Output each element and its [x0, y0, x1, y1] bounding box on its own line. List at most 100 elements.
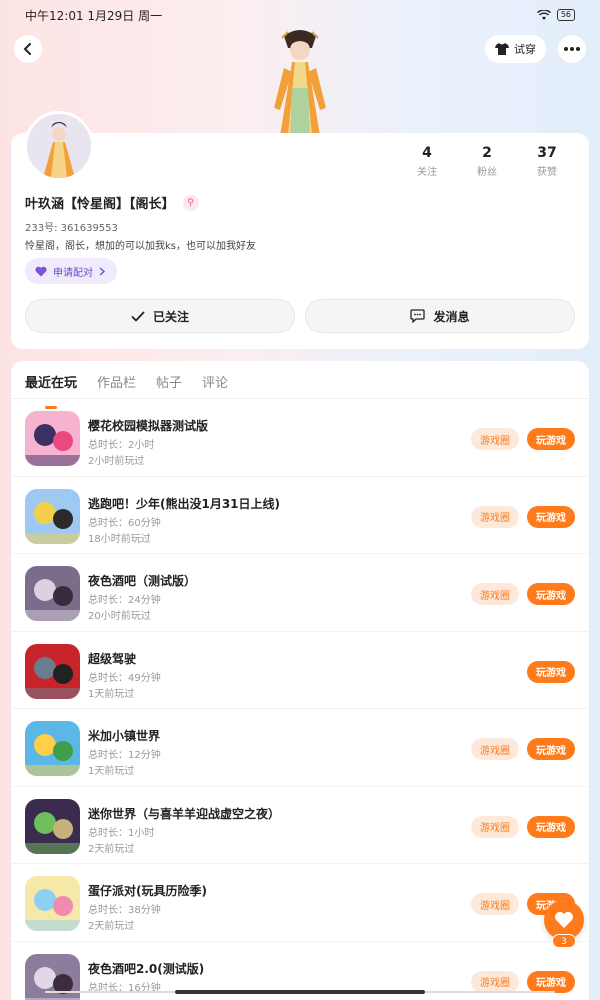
game-circle-button[interactable]: 游戏圈	[471, 893, 519, 915]
chevron-right-icon	[99, 267, 105, 275]
game-row[interactable]: 夜色酒吧（测试版） 总时长：24分钟 20小时前玩过 游戏圈 玩游戏	[11, 554, 589, 632]
try-on-button[interactable]: 试穿	[485, 35, 546, 63]
stat-number: 2	[482, 145, 492, 161]
game-duration: 总时长：12分钟	[88, 750, 161, 761]
send-message-button[interactable]: 发消息	[305, 299, 575, 333]
game-icon[interactable]	[25, 721, 80, 776]
game-last-played: 2小时前玩过	[88, 456, 145, 467]
key-badge-icon[interactable]: ⚲	[182, 194, 199, 211]
stat-label: 获赞	[537, 167, 557, 178]
game-row[interactable]: 樱花校园模拟器测试版 总时长：2小时 2小时前玩过 游戏圈 玩游戏	[11, 399, 589, 477]
play-game-button[interactable]: 玩游戏	[527, 583, 575, 605]
more-icon	[564, 47, 580, 51]
game-row[interactable]: 米加小镇世界 总时长：12分钟 1天前玩过 游戏圈 玩游戏	[11, 709, 589, 787]
game-icon[interactable]	[25, 488, 80, 544]
followed-button[interactable]: 已关注	[25, 299, 295, 333]
tab-recently-played[interactable]: 最近在玩	[25, 372, 77, 398]
game-row[interactable]: 迷你世界（与喜羊羊迎战虚空之夜） 总时长：1小时 2天前玩过 游戏圈 玩游戏	[11, 787, 589, 864]
game-name: 蛋仔派对(玩具历险季)	[88, 884, 207, 898]
action-row: 已关注 发消息	[25, 299, 575, 333]
game-row[interactable]: 逃跑吧！少年(熊出没1月31日上线) 总时长：60分钟 18小时前玩过 游戏圈 …	[11, 477, 589, 554]
stat-label: 关注	[417, 167, 437, 178]
send-message-label: 发消息	[433, 309, 470, 324]
game-icon-image	[25, 798, 80, 854]
game-icon[interactable]	[25, 876, 80, 931]
play-game-button[interactable]: 玩游戏	[527, 970, 575, 993]
game-list: 樱花校园模拟器测试版 总时长：2小时 2小时前玩过 游戏圈 玩游戏 逃跑吧！少年…	[11, 399, 589, 1000]
game-icon-image	[25, 488, 80, 544]
game-icon[interactable]	[25, 643, 80, 699]
game-row[interactable]: 蛋仔派对(玩具历险季) 总时长：38分钟 2天前玩过 游戏圈 玩游戏	[11, 864, 589, 942]
game-name: 夜色酒吧（测试版）	[88, 574, 197, 588]
avatar[interactable]	[24, 111, 94, 181]
game-duration: 总时长：24分钟	[88, 595, 161, 606]
game-icon[interactable]	[25, 798, 80, 854]
game-icon-image	[25, 643, 80, 699]
game-circle-button[interactable]: 游戏圈	[471, 583, 519, 605]
play-game-button[interactable]: 玩游戏	[527, 428, 575, 450]
check-icon	[131, 310, 145, 322]
game-duration: 总时长：60分钟	[88, 517, 161, 529]
like-count-badge: 3	[552, 934, 576, 948]
tab-comments[interactable]: 评论	[202, 372, 228, 398]
game-circle-button[interactable]: 游戏圈	[471, 815, 519, 838]
game-circle-button[interactable]: 游戏圈	[471, 738, 519, 760]
game-name: 逃跑吧！少年(熊出没1月31日上线)	[88, 496, 281, 511]
game-duration: 总时长：49分钟	[88, 672, 161, 684]
game-name: 迷你世界（与喜羊羊迎战虚空之夜）	[88, 806, 281, 821]
stat-label: 粉丝	[477, 167, 497, 178]
game-last-played: 18小时前玩过	[88, 533, 151, 545]
game-duration: 总时长：38分钟	[88, 905, 161, 916]
play-game-button[interactable]: 玩游戏	[527, 505, 575, 528]
user-id: 233号: 361639553	[25, 223, 118, 234]
username-text: 叶玖涵【怜星阁】【阁长】	[25, 197, 175, 212]
play-game-button[interactable]: 玩游戏	[527, 660, 575, 683]
play-game-button[interactable]: 玩游戏	[527, 738, 575, 760]
username: 叶玖涵【怜星阁】【阁长】 ⚲	[25, 193, 199, 212]
stat-likes[interactable]: 37 获赞	[517, 145, 577, 178]
profile-tabs: 最近在玩 作品栏 帖子 评论	[11, 361, 589, 399]
tab-works[interactable]: 作品栏	[97, 372, 136, 398]
game-last-played: 20小时前玩过	[88, 611, 151, 622]
game-icon[interactable]	[25, 953, 80, 1000]
game-last-played: 1天前玩过	[88, 766, 135, 777]
game-duration: 总时长：1小时	[88, 827, 155, 839]
tab-posts[interactable]: 帖子	[156, 372, 182, 398]
game-duration: 总时长：2小时	[88, 440, 155, 451]
chevron-left-icon	[23, 43, 31, 55]
game-icon-image	[25, 953, 80, 1000]
heart-icon	[35, 266, 47, 276]
game-last-played: 2天前玩过	[88, 843, 135, 855]
game-icon[interactable]	[25, 411, 80, 466]
shirt-icon	[495, 43, 509, 55]
request-pair-button[interactable]: 申请配对	[25, 258, 117, 284]
battery-icon: 56	[556, 9, 575, 21]
game-icon-image	[25, 876, 80, 931]
home-indicator[interactable]	[175, 990, 425, 994]
heart-icon	[555, 912, 573, 928]
game-circle-button[interactable]: 游戏圈	[471, 428, 519, 450]
game-name: 夜色酒吧2.0(测试版)	[88, 961, 205, 976]
recent-games-card: 最近在玩 作品栏 帖子 评论 樱花校园模拟器测试版 总时长：2小时 2小时前玩过…	[11, 361, 589, 1000]
stat-following[interactable]: 4 关注	[397, 145, 457, 178]
user-bio: 怜星阁，阁长，想加的可以加我ks，也可以加我好友	[25, 241, 257, 252]
stat-followers[interactable]: 2 粉丝	[457, 145, 517, 178]
play-game-button[interactable]: 玩游戏	[527, 815, 575, 838]
back-button[interactable]	[14, 35, 42, 63]
character-avatar-image	[274, 30, 326, 136]
request-pair-label: 申请配对	[53, 267, 93, 279]
game-circle-button[interactable]: 游戏圈	[471, 505, 519, 528]
game-row[interactable]: 超级驾驶 总时长：49分钟 1天前玩过 玩游戏	[11, 632, 589, 709]
message-icon	[410, 309, 426, 323]
game-icon[interactable]	[25, 566, 80, 621]
game-icon-image	[25, 566, 80, 621]
game-circle-button[interactable]: 游戏圈	[471, 970, 519, 993]
more-button[interactable]	[558, 35, 586, 63]
game-name: 米加小镇世界	[88, 729, 161, 743]
stat-number: 37	[537, 145, 557, 161]
try-on-label: 试穿	[514, 43, 536, 56]
game-icon-image	[25, 721, 80, 776]
status-time: 中午12:01 1月29日 周一	[25, 8, 163, 23]
profile-stats: 4 关注 2 粉丝 37 获赞	[397, 145, 577, 178]
wifi-icon	[536, 9, 551, 20]
